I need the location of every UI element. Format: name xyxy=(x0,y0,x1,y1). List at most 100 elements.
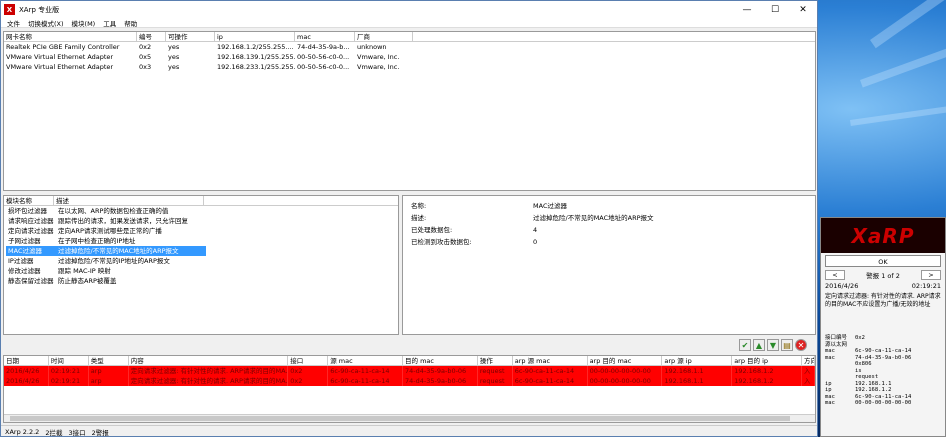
close-button[interactable]: ✕ xyxy=(789,1,817,18)
log-cell: 6c-90-ca-11-ca-14 xyxy=(328,366,404,376)
adapter-cell: yes xyxy=(168,43,180,51)
log-cell: request xyxy=(478,366,513,376)
log-cell: 192.168.1.1 xyxy=(662,376,733,386)
col-mac[interactable]: mac xyxy=(295,32,355,41)
adapter-cell: 192.168.1.2/255.255.... xyxy=(217,43,294,51)
menu-modules[interactable]: 模块(M) xyxy=(68,18,100,28)
alert-date: 2016/4/26 xyxy=(825,282,859,290)
module-row[interactable]: 静态保留过滤器 防止静态ARP被覆盖 xyxy=(4,276,398,286)
scrollbar-thumb[interactable] xyxy=(10,416,790,421)
minimize-button[interactable]: — xyxy=(733,1,761,18)
title-bar[interactable]: X XArp 专业版 — ☐ ✕ xyxy=(1,1,817,18)
prev-alert-button[interactable]: < xyxy=(825,270,845,280)
log-cell: arp xyxy=(89,366,129,376)
module-row[interactable]: 子网过滤器 在子网中检查正确的IP地址 xyxy=(4,236,398,246)
log-col-header[interactable]: 方向 xyxy=(802,356,815,365)
alert-popup: XaRP OK < 警报 1 of 2 > 2016/4/26 02:19:21… xyxy=(820,217,946,437)
log-col-header[interactable]: 内容 xyxy=(129,356,289,365)
log-cell: 定向请求过滤器: 有针对性的请求. ARP请求的目的MA... xyxy=(130,366,289,376)
log-col-header[interactable]: 时间 xyxy=(49,356,89,365)
document-icon[interactable]: ▤ xyxy=(781,339,793,351)
menu-bar: 文件 切换模式(X) 模块(M) 工具 帮助 xyxy=(1,18,817,28)
xarp-banner-logo: XaRP xyxy=(821,218,945,253)
alert-time: 02:19:21 xyxy=(911,282,941,290)
col-ip[interactable]: ip xyxy=(215,32,295,41)
adapter-cell: yes xyxy=(168,63,180,71)
alert-message: 定向请求过滤器: 有针对性的请求. ARP请求的目的MAC不应设置为广播/无效的… xyxy=(825,293,941,308)
col-module-name[interactable]: 模块名称 xyxy=(4,196,54,205)
status-alerts: 2警报 xyxy=(91,428,109,437)
module-description: 跟踪传出的请求，如果发送请求，只允许回复 xyxy=(58,217,188,225)
col-adapter-name[interactable]: 网卡名称 xyxy=(4,32,137,41)
packet-dump: 接口编号 0x2 源以太网 mac 6c-90-ca-11-ca-14 mac 74-d4-… xyxy=(821,335,945,407)
adapter-list: 网卡名称 编号 可操作 ip mac 厂商 Realtek PCIe GBE F… xyxy=(3,31,816,191)
next-alert-button[interactable]: > xyxy=(921,270,941,280)
log-table-header: 日期 时间 类型 内容 接口源 mac 目的 mac 操作 arp 源 mac arp 目的 m… xyxy=(4,356,815,366)
col-operable[interactable]: 可操作 xyxy=(166,32,215,41)
maximize-button[interactable]: ☐ xyxy=(761,1,789,18)
module-table-header: 模块名称 描述 xyxy=(4,196,398,206)
module-details: 名称: MAC过滤器 描述: 过滤掉危险/不常见的MAC地址的ARP报文 已处理数据包:… xyxy=(402,195,816,335)
adapter-cell: Realtek PCIe GBE Family Controller xyxy=(6,43,120,51)
module-name: 定向请求过滤器 xyxy=(8,227,54,235)
adapter-row[interactable]: Realtek PCIe GBE Family Controller 0x2 yes… xyxy=(4,42,815,52)
detail-row: 已检测到攻击数据包: 0 xyxy=(403,236,815,248)
adapter-cell: VMware Virtual Ethernet Adapter xyxy=(6,63,114,71)
adapter-row[interactable]: VMware Virtual Ethernet Adapter 0x3 yes 192… xyxy=(4,62,815,72)
menu-switch-mode[interactable]: 切换模式(X) xyxy=(24,18,68,28)
status-bar: XArp 2.2.2 2拦截 3接口 2警报 xyxy=(1,425,817,437)
log-cell: 入 xyxy=(802,376,815,386)
log-cell: arp xyxy=(89,376,129,386)
log-col-header[interactable]: arp 目的 ip xyxy=(732,356,803,365)
log-col-header[interactable]: arp 源 mac xyxy=(513,356,588,365)
log-toolbar: ✔ ▲ ▼ ▤ ✕ xyxy=(739,339,807,351)
module-row[interactable]: MAC过滤器 过滤掉危险/不常见的MAC地址的ARP报文 xyxy=(4,246,398,256)
arrow-down-icon[interactable]: ▼ xyxy=(767,339,779,351)
log-cell: 74-d4-35-9a-b0-06 xyxy=(403,366,478,376)
module-row[interactable]: IP过滤器 过滤掉危险/不常见的IP地址的ARP报文 xyxy=(4,256,398,266)
window-title: XArp 专业版 xyxy=(19,5,60,14)
adapter-cell: yes xyxy=(168,53,180,61)
module-name: 请求响应过滤器 xyxy=(8,217,54,225)
module-row[interactable]: 修改过滤器 跟踪 MAC-IP 映射 xyxy=(4,266,398,276)
col-module-desc[interactable]: 描述 xyxy=(54,196,204,205)
check-icon[interactable]: ✔ xyxy=(739,339,751,351)
log-cell: 02:19:21 xyxy=(49,366,89,376)
log-col-header[interactable]: 类型 xyxy=(89,356,129,365)
dump-value: 00-00-00-00-00-00 xyxy=(855,400,912,406)
adapter-cell: 74-d4-35-9a-b... xyxy=(297,43,350,51)
log-col-header[interactable]: 操作 xyxy=(478,356,513,365)
module-row[interactable]: 定向请求过滤器 定向ARP请求测试哪些是正常的广播 xyxy=(4,226,398,236)
col-index[interactable]: 编号 xyxy=(137,32,166,41)
adapter-row[interactable]: VMware Virtual Ethernet Adapter 0x5 yes 192… xyxy=(4,52,815,62)
log-col-header[interactable]: 接口 xyxy=(288,356,329,365)
stop-icon[interactable]: ✕ xyxy=(795,339,807,351)
log-horizontal-scrollbar[interactable] xyxy=(4,414,815,422)
app-icon: X xyxy=(4,4,15,15)
menu-help[interactable]: 帮助 xyxy=(120,18,141,28)
module-row[interactable]: 请求响应过滤器 跟踪传出的请求，如果发送请求，只允许回复 xyxy=(4,216,398,226)
log-col-header[interactable]: 日期 xyxy=(4,356,49,365)
adapter-cell: 0x5 xyxy=(139,53,152,61)
log-col-header[interactable]: 目的 mac xyxy=(403,356,478,365)
log-col-header[interactable]: arp 目的 mac xyxy=(588,356,663,365)
adapter-cell: 00-50-56-c0-0... xyxy=(297,63,350,71)
log-cell: 2016/4/26 xyxy=(4,376,49,386)
module-row[interactable]: 损坏包过滤器 在以太网、ARP的数据包检查正确的值 xyxy=(4,206,398,216)
col-vendor[interactable]: 厂商 xyxy=(355,32,413,41)
menu-file[interactable]: 文件 xyxy=(3,18,24,28)
log-row[interactable]: 2016/4/26 02:19:21 arp 定向请求过滤器: 有针对性的请求. AR… xyxy=(4,366,815,376)
alert-navigator: < 警报 1 of 2 > xyxy=(821,269,945,281)
alert-datetime: 2016/4/26 02:19:21 xyxy=(821,281,945,291)
log-col-header[interactable]: 源 mac xyxy=(328,356,404,365)
detail-value: MAC过滤器 xyxy=(533,202,567,210)
adapter-cell: 00-50-56-c0-0... xyxy=(297,53,350,61)
ok-button[interactable]: OK xyxy=(825,255,941,267)
detail-row: 名称: MAC过滤器 xyxy=(403,200,815,212)
log-col-header[interactable]: arp 源 ip xyxy=(662,356,733,365)
detail-label: 已处理数据包: xyxy=(411,226,453,234)
menu-tools[interactable]: 工具 xyxy=(99,18,120,28)
arrow-up-icon[interactable]: ▲ xyxy=(753,339,765,351)
module-description: 在子网中检查正确的IP地址 xyxy=(58,237,136,245)
log-row[interactable]: 2016/4/26 02:19:21 arp 定向请求过滤器: 有针对性的请求. AR… xyxy=(4,376,815,386)
